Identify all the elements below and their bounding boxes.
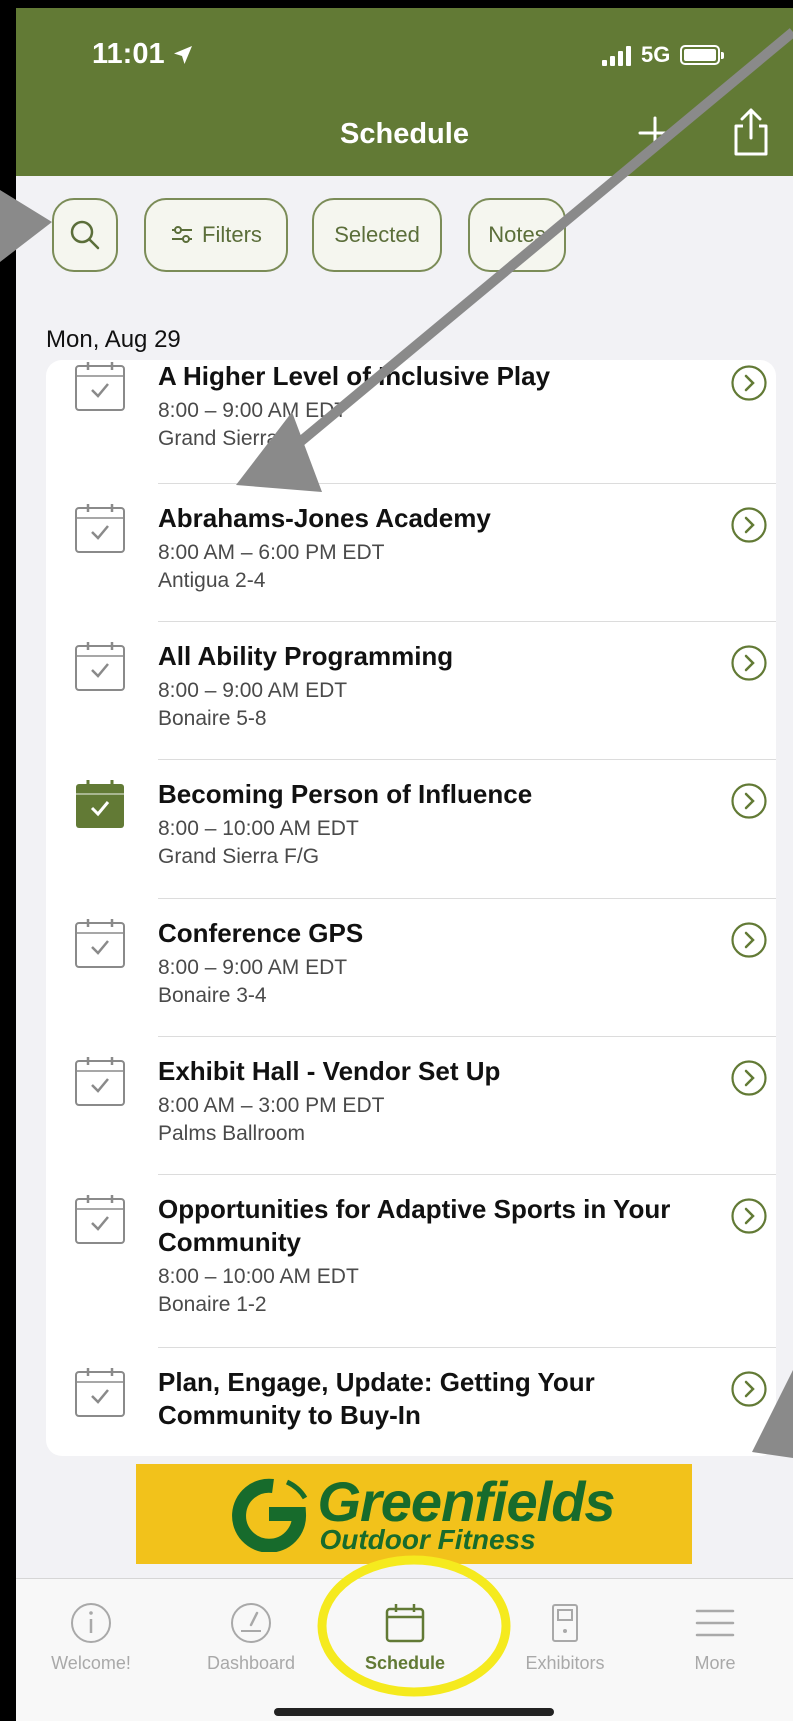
session-row[interactable]: Exhibit Hall - Vendor Set Up 8:00 AM – 3:… [46, 1037, 776, 1175]
chevron-right-icon[interactable] [730, 644, 768, 682]
session-row[interactable]: Becoming Person of Influence 8:00 – 10:00… [46, 760, 776, 899]
location-arrow-icon [173, 45, 192, 64]
chevron-right-icon[interactable] [730, 921, 768, 959]
session-row[interactable]: Plan, Engage, Update: Getting Your Commu… [46, 1348, 776, 1456]
app-screen: 11:01 5G Schedule Filters Selected Notes… [16, 8, 793, 1721]
tab-schedule[interactable]: Schedule [330, 1601, 480, 1674]
session-title: Opportunities for Adaptive Sports in You… [158, 1194, 671, 1257]
session-title: A Higher Level of Inclusive Play [158, 361, 551, 391]
status-time: 11:01 [92, 38, 195, 71]
notes-button[interactable]: Notes [468, 198, 566, 272]
tab-label: More [694, 1653, 736, 1673]
chevron-right-icon[interactable] [730, 782, 768, 820]
tab-dashboard[interactable]: Dashboard [176, 1601, 326, 1674]
calendar-added-icon[interactable] [74, 778, 126, 830]
share-button[interactable] [728, 106, 774, 158]
filter-chip-bar: Filters Selected Notes [16, 176, 793, 286]
session-row[interactable]: Opportunities for Adaptive Sports in You… [46, 1175, 776, 1348]
session-time: 8:00 – 9:00 AM EDT [158, 956, 348, 979]
session-row[interactable]: Abrahams-Jones Academy 8:00 AM – 6:00 PM … [46, 484, 776, 622]
banner-tagline: Outdoor Fitness [319, 1524, 536, 1555]
session-list: A Higher Level of Inclusive Play 8:00 – 9… [46, 360, 776, 1456]
home-indicator [274, 1708, 554, 1716]
search-icon [70, 220, 100, 250]
add-button[interactable] [632, 110, 678, 156]
info-icon [71, 1603, 111, 1643]
session-row[interactable]: A Higher Level of Inclusive Play 8:00 – 9… [46, 360, 776, 484]
session-row[interactable]: All Ability Programming 8:00 – 9:00 AM ED… [46, 622, 776, 760]
session-title: All Ability Programming [158, 641, 454, 671]
session-room: Grand Sierra [158, 427, 279, 450]
status-time-text: 11:01 [92, 38, 165, 70]
calendar-add-icon[interactable] [74, 360, 126, 412]
app-header: 11:01 5G Schedule [16, 8, 793, 176]
calendar-add-icon[interactable] [74, 1193, 126, 1245]
chevron-right-icon[interactable] [730, 364, 768, 402]
tab-more[interactable]: More [640, 1601, 790, 1674]
session-title: Exhibit Hall - Vendor Set Up [158, 1056, 501, 1086]
tab-label: Schedule [364, 1653, 446, 1673]
session-time: 8:00 – 10:00 AM EDT [158, 1265, 359, 1288]
notes-label: Notes [488, 222, 546, 247]
calendar-icon [385, 1604, 425, 1643]
status-bar: 11:01 5G [16, 8, 793, 100]
session-room: Grand Sierra F/G [158, 845, 320, 868]
tab-label: Welcome! [51, 1653, 131, 1673]
signal-icon [602, 44, 631, 66]
session-room: Bonaire 5-8 [158, 707, 267, 730]
calendar-add-icon[interactable] [74, 917, 126, 969]
session-time: 8:00 – 9:00 AM EDT [158, 679, 348, 702]
tab-exhibitors[interactable]: Exhibitors [490, 1601, 640, 1674]
banner-brand: Greenfields [317, 1470, 615, 1533]
chevron-right-icon[interactable] [730, 1370, 768, 1408]
chevron-right-icon[interactable] [730, 1197, 768, 1235]
session-title: Abrahams-Jones Academy [158, 503, 491, 533]
session-time: 8:00 – 9:00 AM EDT [158, 399, 348, 422]
greenfields-logo [232, 1478, 308, 1552]
chevron-right-icon[interactable] [730, 1059, 768, 1097]
search-button[interactable] [52, 198, 118, 272]
session-room: Antigua 2-4 [158, 569, 266, 592]
session-room: Bonaire 1-2 [158, 1293, 267, 1316]
tab-bar: Welcome! Dashboard Schedule Exhibitors M… [16, 1578, 793, 1721]
menu-icon [695, 1609, 735, 1637]
date-heading: Mon, Aug 29 [46, 326, 181, 353]
filters-label: Filters [202, 222, 262, 247]
calendar-add-icon[interactable] [74, 1366, 126, 1418]
tab-label: Dashboard [206, 1653, 296, 1673]
gauge-icon [231, 1603, 271, 1643]
selected-label: Selected [334, 222, 420, 247]
calendar-add-icon[interactable] [74, 1055, 126, 1107]
tab-welcome[interactable]: Welcome! [16, 1601, 166, 1674]
session-time: 8:00 AM – 6:00 PM EDT [158, 541, 385, 564]
sliders-icon [172, 226, 193, 243]
chevron-right-icon[interactable] [730, 506, 768, 544]
session-time: 8:00 – 10:00 AM EDT [158, 817, 359, 840]
status-indicators: 5G [602, 42, 725, 68]
session-room: Palms Ballroom [158, 1122, 306, 1145]
session-row[interactable]: Conference GPS 8:00 – 9:00 AM EDT Bonaire … [46, 899, 776, 1037]
selected-button[interactable]: Selected [312, 198, 442, 272]
session-room: Bonaire 3-4 [158, 984, 267, 1007]
sponsor-banner[interactable]: Greenfields Outdoor Fitness [136, 1464, 692, 1564]
tab-label: Exhibitors [525, 1653, 605, 1673]
session-title: Conference GPS [158, 918, 364, 948]
network-label: 5G [641, 42, 671, 67]
session-title: Plan, Engage, Update: Getting Your Commu… [158, 1367, 595, 1430]
session-title: Becoming Person of Influence [158, 779, 533, 809]
calendar-add-icon[interactable] [74, 640, 126, 692]
session-time: 8:00 AM – 3:00 PM EDT [158, 1094, 385, 1117]
battery-icon [680, 45, 725, 65]
filters-button[interactable]: Filters [144, 198, 288, 272]
booth-icon [552, 1604, 578, 1642]
calendar-add-icon[interactable] [74, 502, 126, 554]
